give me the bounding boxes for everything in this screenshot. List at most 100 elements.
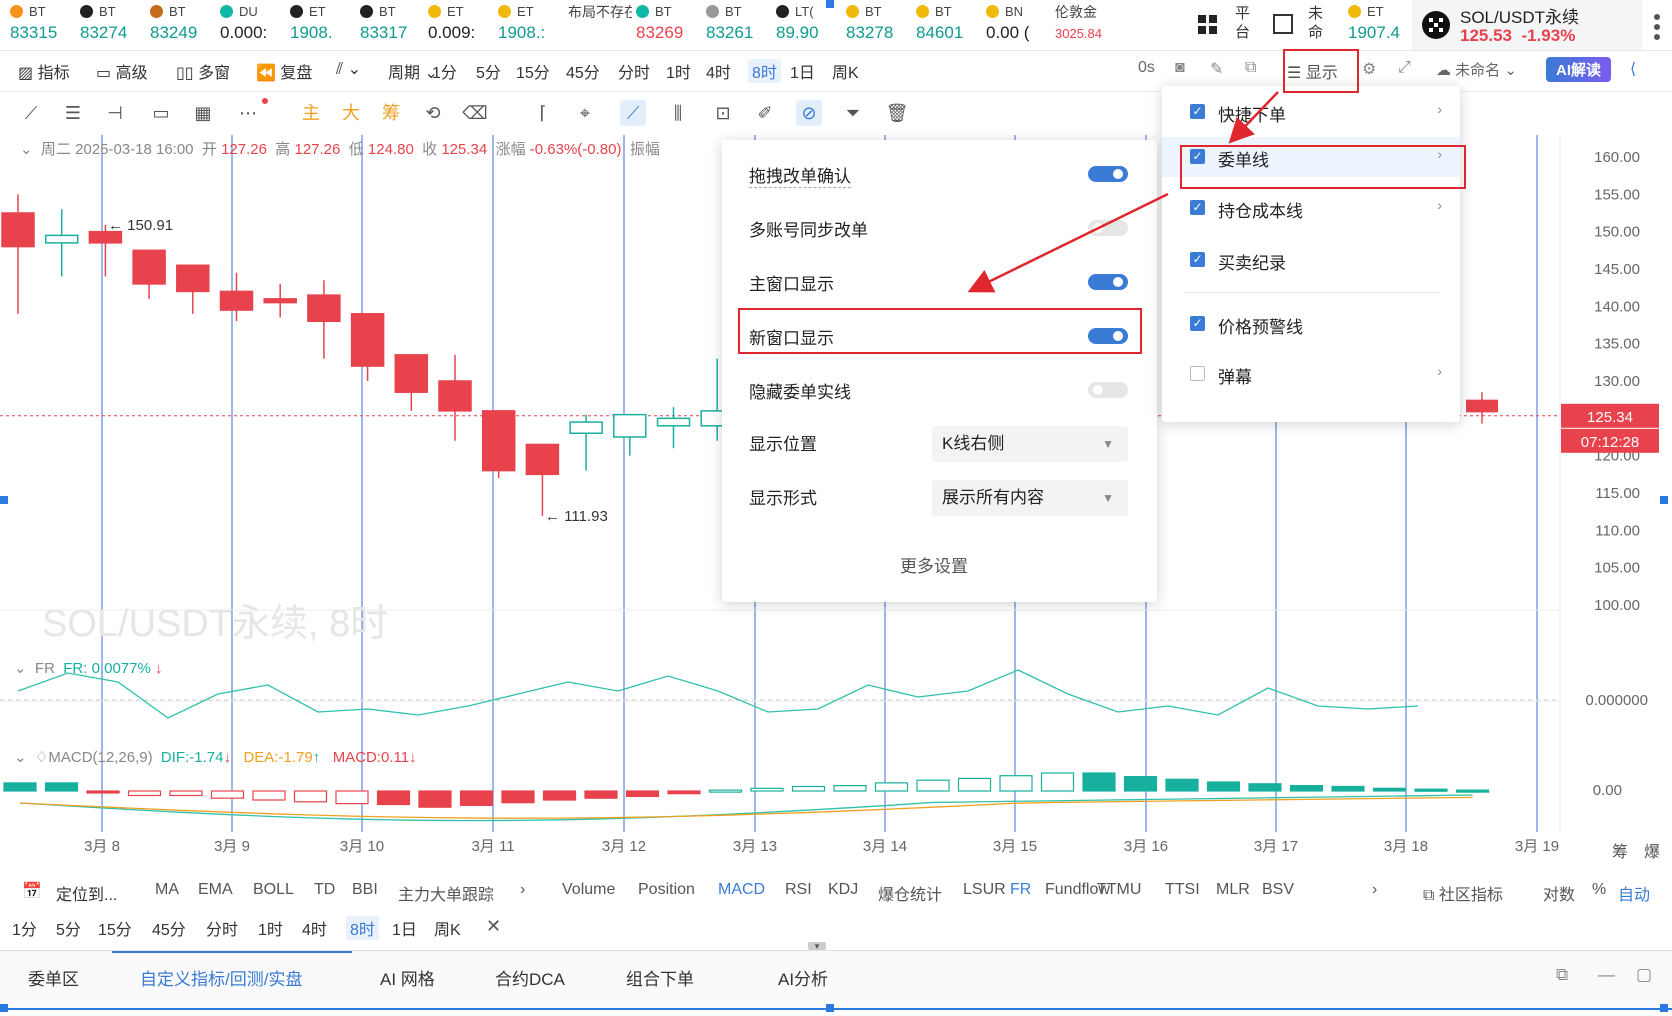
percent-scale-button[interactable]: % xyxy=(1592,881,1606,899)
bell-icon[interactable]: ♢ xyxy=(35,749,48,766)
bottom-tab[interactable]: 组合下单 xyxy=(626,965,694,990)
big-order-button[interactable]: 大 xyxy=(338,100,364,126)
ai-explain-button[interactable]: AI解读 xyxy=(1546,57,1612,82)
bottom-tab[interactable]: AI 网格 xyxy=(380,965,435,990)
ticker-item[interactable]: ET 1908.: xyxy=(498,3,562,45)
sub-indicator-item[interactable]: MACD xyxy=(718,881,765,899)
display-menu-item[interactable]: ✓ 快捷下单 › xyxy=(1162,92,1460,132)
period-9[interactable]: 周K xyxy=(832,59,859,83)
ticker-item[interactable]: BT 83317 xyxy=(360,3,424,45)
display-menu-item[interactable]: ✓ 持仓成本线 › xyxy=(1162,188,1460,228)
sub-indicator-item[interactable]: BSV xyxy=(1262,881,1294,899)
chip-button[interactable]: 筹 xyxy=(378,100,404,126)
checkbox-checked-icon[interactable]: ✓ xyxy=(1190,104,1205,119)
filter-icon[interactable]: ⏷ xyxy=(840,100,866,126)
main-force-button[interactable]: 主 xyxy=(298,100,324,126)
main-indicator-item[interactable]: TD xyxy=(314,881,335,899)
main-indicator-item[interactable]: 主力大单跟踪 xyxy=(398,881,494,905)
setting-toggle[interactable] xyxy=(1088,220,1128,236)
layout-grid-icon[interactable] xyxy=(1197,14,1219,36)
period-item[interactable]: 5分 xyxy=(56,916,81,940)
display-menu-item[interactable]: ✓ 价格预警线 xyxy=(1162,304,1460,344)
trend-line-icon[interactable]: ⟋ xyxy=(18,100,44,126)
fib-icon[interactable]: ▦ xyxy=(190,100,216,126)
ticker-item[interactable]: BN 0.00 ( xyxy=(986,3,1050,45)
note-icon[interactable]: ✐ xyxy=(752,100,778,126)
period-1[interactable]: 5分 xyxy=(476,59,501,83)
bottom-tab[interactable]: AI分析 xyxy=(778,965,828,990)
magnet-drawing-icon[interactable]: ⟋ xyxy=(620,100,646,126)
setting-toggle[interactable] xyxy=(1088,166,1128,182)
period-item[interactable]: 1分 xyxy=(12,916,37,940)
setting-toggle[interactable] xyxy=(1088,382,1128,398)
settings-gear-icon[interactable]: ⚙ xyxy=(1362,59,1376,79)
chevron-right-icon[interactable]: › xyxy=(1372,881,1377,899)
bottom-tab[interactable]: 委单区 xyxy=(28,965,79,990)
more-tools-icon[interactable]: ⋯ xyxy=(235,100,261,126)
period-item[interactable]: 周K xyxy=(434,916,461,940)
selection-handle[interactable] xyxy=(0,496,8,504)
share-icon[interactable]: ⟨ xyxy=(1630,59,1636,79)
erase-drawing-icon[interactable]: ⌫ xyxy=(462,100,488,126)
main-indicator-item[interactable]: EMA xyxy=(198,881,233,899)
ticker-item[interactable]: BT 83269 xyxy=(636,3,700,45)
close-icon[interactable]: ✕ xyxy=(486,916,501,937)
period-dropdown[interactable]: 周期 ⌄ xyxy=(388,59,438,83)
sub-indicator-item[interactable]: Volume xyxy=(562,881,615,899)
position-select[interactable]: K线右侧 ▼ xyxy=(932,426,1128,462)
period-3[interactable]: 45分 xyxy=(566,59,600,83)
parallel-lines-icon[interactable]: ☰ xyxy=(60,100,86,126)
fullscreen-icon[interactable]: ⤢ xyxy=(1398,59,1411,77)
ticker-item[interactable]: LT(89.90 xyxy=(776,3,840,45)
multi-window-button[interactable]: ▯▯ 多窗 xyxy=(176,59,230,83)
collapse-icon[interactable]: ⌄ xyxy=(14,749,27,766)
period-item[interactable]: 45分 xyxy=(152,916,186,940)
checkbox-checked-icon[interactable]: ✓ xyxy=(1190,252,1205,267)
community-indicator-button[interactable]: ⧉ 社区指标 xyxy=(1423,881,1503,905)
chip-toggle[interactable]: 筹 xyxy=(1612,838,1628,862)
format-select[interactable]: 展示所有内容 ▼ xyxy=(932,480,1128,516)
sub-indicator-item[interactable]: FR xyxy=(1010,881,1031,899)
period-6[interactable]: 4时 xyxy=(706,59,731,83)
checkbox-icon[interactable] xyxy=(1190,366,1205,381)
display-menu-item[interactable]: 弹幕 › xyxy=(1162,354,1460,394)
link-icon[interactable]: ⊘ xyxy=(796,100,822,126)
display-menu-item[interactable]: ✓ 买卖纪录 xyxy=(1162,240,1460,280)
horizontal-line-icon[interactable]: ⊣ xyxy=(102,100,128,126)
ticker-item[interactable]: ET 0.009: xyxy=(428,3,492,45)
burst-toggle[interactable]: 爆 xyxy=(1644,838,1660,862)
sub-indicator-item[interactable]: MLR xyxy=(1216,881,1250,899)
platform-label[interactable]: 平台 xyxy=(1235,4,1255,42)
camera-icon[interactable]: ◙ xyxy=(1175,59,1185,77)
candles-icon[interactable]: ⫼ xyxy=(665,100,691,126)
main-indicator-item[interactable]: MA xyxy=(155,881,179,899)
more-settings-link[interactable]: 更多设置 xyxy=(900,552,968,577)
main-indicator-item[interactable]: BOLL xyxy=(253,881,294,899)
edit-icon[interactable]: ⟲ xyxy=(420,100,446,126)
period-item[interactable]: 1日 xyxy=(392,916,417,940)
ruler-icon[interactable]: ⌖ xyxy=(572,100,598,126)
period-5[interactable]: 1时 xyxy=(666,59,691,83)
ticker-item[interactable]: BT 83278 xyxy=(846,3,910,45)
eth-ticker-tail[interactable]: ET 1907.4 xyxy=(1348,3,1408,45)
period-item[interactable]: 8时 xyxy=(346,916,379,940)
period-4[interactable]: 分时 xyxy=(618,59,650,83)
ticker-item[interactable]: 布局不存在 xyxy=(568,3,632,22)
popout-icon[interactable]: ⧉ xyxy=(1245,59,1256,77)
period-7[interactable]: 8时 xyxy=(748,59,781,83)
checkbox-checked-icon[interactable]: ✓ xyxy=(1190,200,1205,215)
lock-icon[interactable]: ⊡ xyxy=(710,100,736,126)
period-0[interactable]: 1分 xyxy=(432,59,457,83)
selection-handle[interactable] xyxy=(1660,496,1668,504)
sub-indicator-item[interactable]: TTSI xyxy=(1165,881,1200,899)
popout-icon[interactable]: ⧉ xyxy=(1556,965,1568,985)
ticker-item[interactable]: BT 83249 xyxy=(150,3,214,45)
trash-icon[interactable]: 🗑 xyxy=(884,100,910,126)
indicator-button[interactable]: ▨ 指标 xyxy=(18,59,70,83)
advanced-button[interactable]: ▭ 高级 xyxy=(96,59,148,83)
period-item[interactable]: 15分 xyxy=(98,916,132,940)
sub-indicator-item[interactable]: LSUR xyxy=(963,881,1006,899)
period-8[interactable]: 1日 xyxy=(790,59,815,83)
ticker-item[interactable]: DU 0.000: xyxy=(220,3,284,45)
ticker-item[interactable]: BT 84601 xyxy=(916,3,980,45)
